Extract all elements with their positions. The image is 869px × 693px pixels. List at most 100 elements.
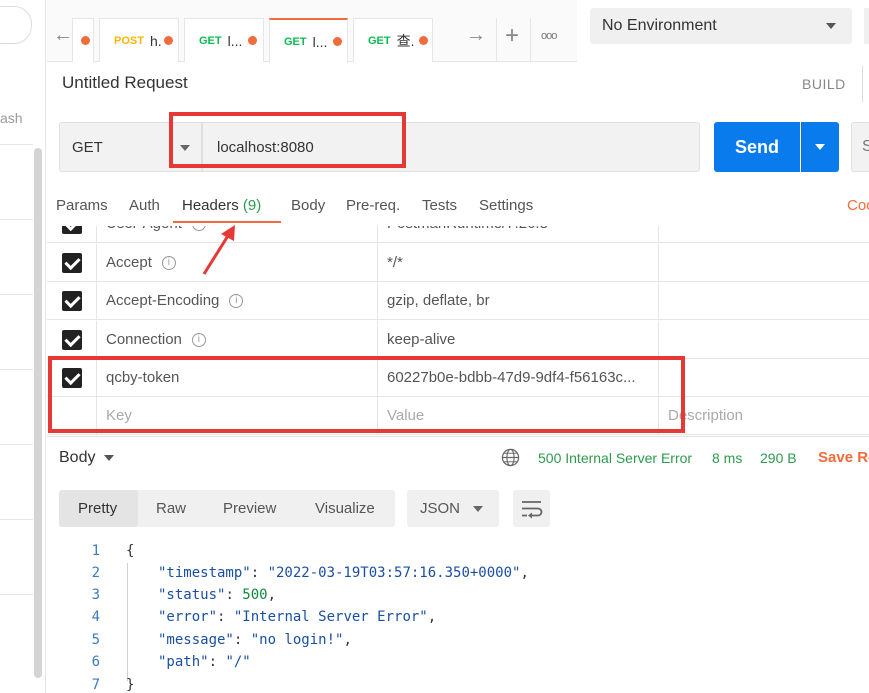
checkbox[interactable]	[61, 329, 82, 350]
tab-headers-label: Headers	[182, 197, 239, 214]
line-number: 2	[91, 565, 100, 581]
line-number: 6	[91, 654, 100, 670]
send-options-button[interactable]	[801, 122, 839, 172]
header-description[interactable]	[659, 282, 869, 319]
unsaved-dot-icon	[248, 36, 258, 45]
unsaved-dot-icon	[163, 36, 173, 45]
new-description-input[interactable]: Description	[659, 397, 869, 434]
tab-method: GET	[284, 35, 307, 48]
send-button[interactable]: Send	[714, 122, 800, 172]
tab-label: 查.	[396, 32, 415, 49]
annotation-box-url	[169, 112, 406, 168]
tab-scroll-right-icon[interactable]: →	[466, 24, 486, 47]
sidebar-divider	[0, 519, 33, 520]
code-line: "path": "/"	[158, 654, 251, 670]
header-key[interactable]: Accept-Encoding i	[97, 282, 378, 319]
wrap-lines-icon[interactable]	[513, 490, 550, 527]
header-description[interactable]	[659, 321, 869, 358]
tab-body[interactable]: Body	[291, 197, 325, 214]
environment-quick-look-button[interactable]	[864, 8, 869, 44]
sidebar-divider	[0, 219, 33, 220]
save-response-button[interactable]: Save Re	[818, 449, 869, 466]
view-mode-visualize[interactable]: Visualize	[315, 500, 375, 517]
sidebar-search-pill[interactable]	[0, 6, 32, 44]
method-label: GET	[72, 138, 103, 156]
build-mode-button[interactable]: BUILD	[802, 76, 846, 92]
annotation-box-token	[48, 356, 685, 433]
table-row: Connection i keep-alive	[47, 321, 869, 359]
request-tab[interactable]	[72, 18, 94, 62]
code-line: {	[126, 543, 135, 559]
checkbox[interactable]	[61, 226, 82, 234]
tab-pre-request[interactable]: Pre-req.	[346, 197, 400, 214]
table-row: Accept-Encoding i gzip, deflate, br	[47, 282, 869, 320]
tab-method: POST	[114, 34, 144, 47]
checkbox[interactable]	[61, 290, 82, 311]
request-tab-active[interactable]: GET l...	[269, 18, 348, 63]
tab-settings[interactable]: Settings	[479, 197, 533, 214]
table-row: Accept i */*	[47, 244, 869, 282]
request-tab[interactable]: GET l...	[184, 18, 264, 62]
more-tabs-icon[interactable]: ooo	[541, 30, 557, 42]
header-description[interactable]	[659, 359, 869, 396]
sidebar-divider	[0, 444, 33, 445]
view-mode-raw[interactable]: Raw	[156, 500, 186, 517]
headers-count-badge: (9)	[242, 197, 262, 214]
response-size[interactable]: 290 B	[760, 450, 797, 466]
header-value[interactable]: gzip, deflate, br	[378, 282, 659, 319]
code-line: "error": "Internal Server Error",	[158, 609, 437, 625]
sidebar-scrollbar[interactable]	[34, 148, 42, 678]
view-mode-preview[interactable]: Preview	[223, 500, 276, 517]
view-mode-selector: Pretty Raw Preview Visualize	[59, 490, 395, 527]
header-value[interactable]: PostmanRuntime/7.26.8	[378, 226, 659, 242]
header-value[interactable]: */*	[378, 244, 659, 281]
info-icon: i	[161, 255, 176, 270]
request-title: Untitled Request	[62, 73, 188, 92]
sidebar-divider	[0, 144, 33, 145]
environment-select[interactable]: No Environment	[590, 8, 852, 44]
save-button[interactable]: S	[851, 122, 869, 172]
line-number: 7	[91, 677, 100, 693]
tab-label: l...	[312, 33, 328, 50]
unsaved-dot-icon	[418, 36, 428, 45]
view-mode-pretty[interactable]: Pretty	[78, 500, 117, 517]
tab-method: GET	[199, 34, 222, 47]
unsaved-dot-icon	[333, 37, 343, 46]
response-status[interactable]: 500 Internal Server Error	[538, 450, 692, 466]
response-body-dropdown[interactable]: Body	[59, 449, 115, 467]
response-time[interactable]: 8 ms	[712, 450, 742, 466]
line-number: 3	[91, 587, 100, 603]
line-number: 5	[91, 632, 100, 648]
checkbox[interactable]	[61, 252, 82, 273]
sidebar-divider	[0, 369, 33, 370]
request-tab[interactable]: POST h.	[99, 18, 179, 62]
sidebar: ash	[0, 0, 46, 693]
tab-params[interactable]: Params	[56, 197, 108, 214]
response-code-viewer[interactable]: 1 { 2 "timestamp": "2022-03-19T03:57:16.…	[47, 540, 869, 693]
cookies-link[interactable]: Coo	[847, 197, 869, 214]
header-value[interactable]: keep-alive	[378, 321, 659, 358]
line-number: 1	[91, 543, 100, 559]
tab-scroll-left-icon[interactable]: ←	[53, 24, 73, 47]
code-line: "message": "no login!",	[158, 632, 352, 648]
environment-label: No Environment	[602, 17, 717, 34]
code-line: "timestamp": "2022-03-19T03:57:16.350+00…	[158, 565, 529, 581]
tab-divider	[496, 18, 497, 62]
chevron-down-icon	[473, 506, 483, 512]
table-row: User-Agenti PostmanRuntime/7.26.8	[47, 226, 869, 243]
globe-icon[interactable]	[501, 448, 520, 467]
code-line: }	[126, 677, 135, 693]
tab-headers[interactable]: Headers (9)	[182, 197, 261, 214]
add-tab-icon[interactable]: +	[505, 22, 519, 50]
info-icon: i	[191, 332, 206, 347]
sidebar-divider	[0, 294, 33, 295]
annotation-arrow-icon	[202, 225, 235, 275]
format-select[interactable]: JSON	[407, 490, 499, 527]
header-description[interactable]	[659, 226, 869, 242]
header-description[interactable]	[659, 244, 869, 281]
tab-method: GET	[368, 34, 391, 47]
tab-auth[interactable]: Auth	[129, 197, 160, 214]
request-tab[interactable]: GET 查.	[353, 18, 433, 62]
header-key[interactable]: Connection i	[97, 321, 378, 358]
tab-tests[interactable]: Tests	[422, 197, 457, 214]
